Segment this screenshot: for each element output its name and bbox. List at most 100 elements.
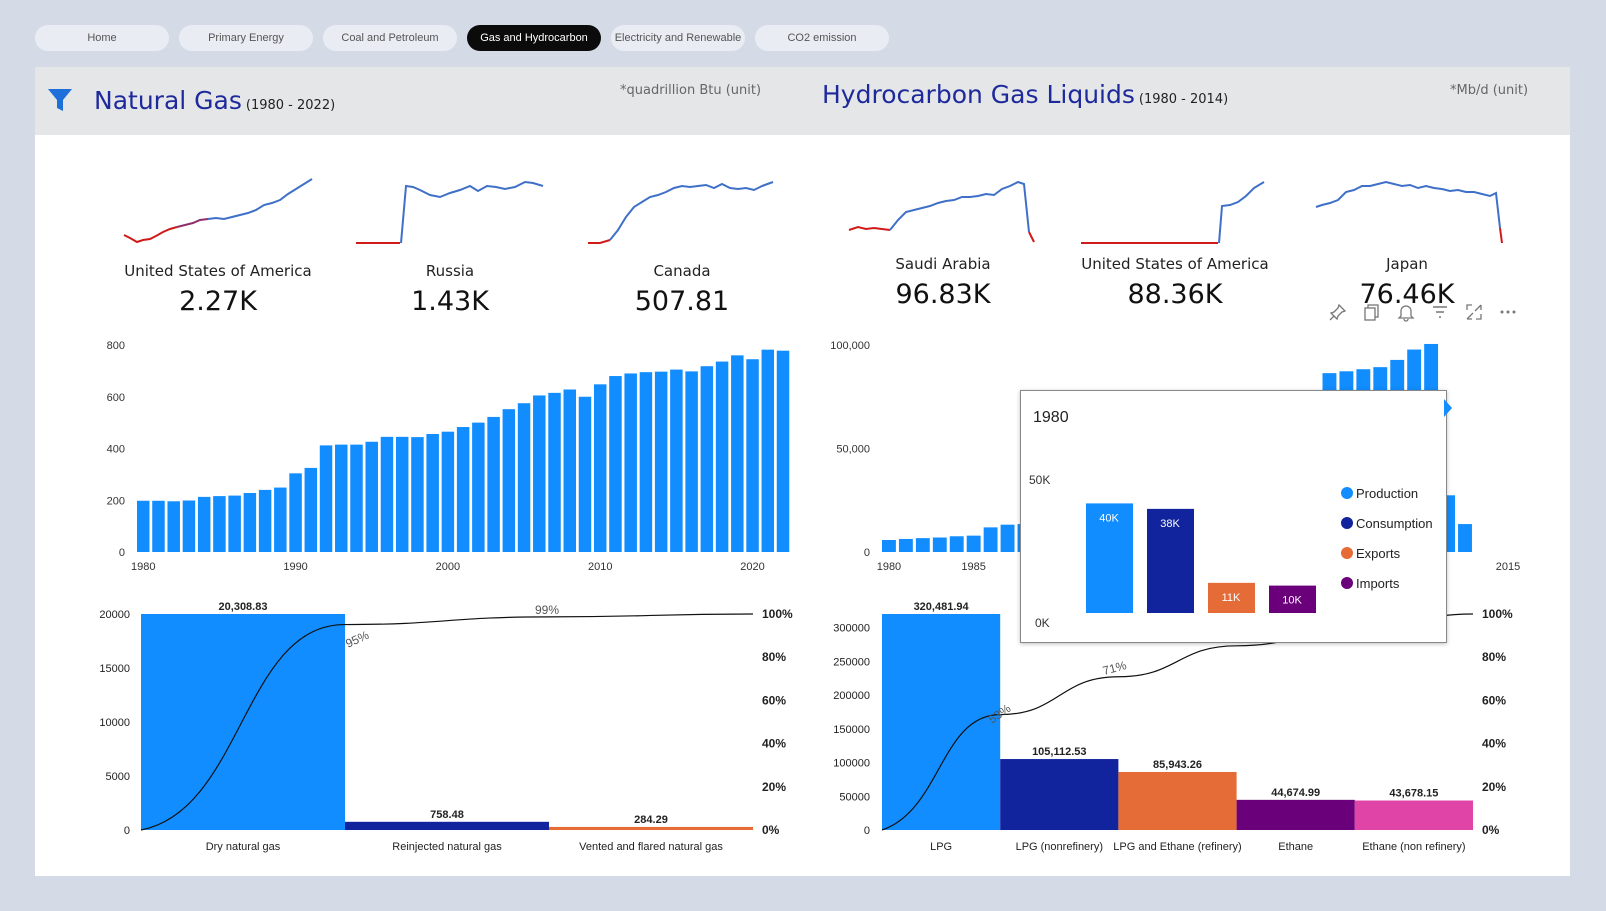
value-label: 284.29 bbox=[634, 814, 668, 826]
y2-tick-label: 60% bbox=[762, 693, 786, 707]
ng-bar bbox=[487, 416, 500, 552]
cumulative-percent-label: 71% bbox=[1101, 658, 1128, 678]
ng-bar bbox=[502, 409, 516, 552]
ng-bar bbox=[456, 427, 470, 552]
category-label: Vented and flared natural gas bbox=[579, 841, 723, 853]
ng-bar bbox=[593, 384, 607, 552]
y-tick-label: 5000 bbox=[106, 771, 130, 783]
ng-bar bbox=[152, 500, 165, 552]
ng-bar bbox=[380, 436, 394, 552]
ng-bar bbox=[304, 467, 318, 552]
pareto-bar bbox=[141, 614, 345, 830]
ng-bar bbox=[776, 350, 790, 552]
legend-dot bbox=[1341, 487, 1353, 499]
x-tick-label: 2020 bbox=[740, 561, 764, 573]
ng-bar bbox=[228, 495, 241, 552]
ng-bar bbox=[654, 371, 668, 552]
x-tick-label: 2010 bbox=[588, 561, 612, 573]
ng-bar bbox=[197, 496, 211, 552]
ng-bar bbox=[746, 359, 759, 552]
pin-icon[interactable] bbox=[1328, 302, 1348, 322]
category-label: Ethane bbox=[1278, 841, 1313, 853]
legend-label: Exports bbox=[1356, 546, 1401, 561]
pareto-bar bbox=[549, 826, 753, 830]
ng-bar bbox=[563, 389, 577, 552]
hgl-bar bbox=[1458, 524, 1472, 552]
ng-bar bbox=[335, 444, 348, 552]
cumulative-percent-label: 95% bbox=[343, 628, 371, 651]
tooltip-bar-label: 11K bbox=[1222, 592, 1241, 604]
ng-bar bbox=[685, 371, 698, 552]
pareto-bar bbox=[1354, 800, 1473, 830]
value-label: 44,674.99 bbox=[1271, 787, 1320, 799]
category-label: LPG and Ethane (refinery) bbox=[1113, 841, 1241, 853]
legend-dot bbox=[1341, 517, 1353, 529]
x-tick-label: 1980 bbox=[877, 561, 901, 573]
ng-bar bbox=[578, 396, 592, 552]
value-label: 320,481.94 bbox=[914, 601, 970, 613]
tooltip-bar-label: 38K bbox=[1160, 518, 1180, 530]
ng-bar bbox=[731, 355, 744, 552]
hgl-bar bbox=[882, 539, 896, 552]
category-label: Ethane (non refinery) bbox=[1362, 841, 1465, 853]
ng-bar bbox=[365, 441, 378, 552]
expand-icon[interactable] bbox=[1464, 302, 1484, 322]
value-label: 85,943.26 bbox=[1153, 759, 1202, 771]
tooltip-bar-label: 40K bbox=[1099, 512, 1119, 524]
ng-bar bbox=[289, 473, 302, 552]
ng-bar bbox=[213, 496, 226, 552]
value-label: 20,308.83 bbox=[219, 601, 268, 613]
ng-bar bbox=[624, 373, 637, 552]
legend-exports: Exports bbox=[1341, 546, 1400, 561]
hgl-bar bbox=[966, 535, 981, 552]
x-tick-label: 1980 bbox=[131, 561, 155, 573]
y-tick-label: 0 bbox=[864, 825, 870, 837]
y2-tick-label: 80% bbox=[1482, 650, 1506, 664]
copy-icon[interactable] bbox=[1362, 302, 1382, 322]
y2-tick-label: 40% bbox=[762, 737, 786, 751]
y-tick-label: 0 bbox=[124, 825, 130, 837]
pareto-bar bbox=[1118, 771, 1237, 830]
ng-bar bbox=[411, 437, 424, 552]
ng-bar bbox=[319, 445, 333, 552]
y-tick-label: 100,000 bbox=[830, 340, 870, 352]
ng-bar bbox=[182, 500, 196, 552]
hgl-bar bbox=[915, 538, 930, 552]
ng-bar bbox=[350, 444, 363, 552]
filter-lines-icon[interactable] bbox=[1430, 302, 1450, 322]
ng-bar bbox=[472, 422, 485, 552]
ng-bar bbox=[761, 349, 775, 552]
y2-tick-label: 60% bbox=[1482, 693, 1506, 707]
pareto-bar bbox=[882, 614, 1001, 830]
y-tick-label: 600 bbox=[107, 392, 125, 404]
y-tick-label: 20000 bbox=[99, 609, 130, 621]
ng-bar bbox=[243, 493, 257, 552]
ng-bar bbox=[167, 501, 180, 552]
ng-bar bbox=[609, 376, 622, 552]
y2-tick-label: 0% bbox=[1482, 823, 1500, 837]
category-label: LPG (nonrefinery) bbox=[1016, 841, 1103, 853]
x-tick-label: 1990 bbox=[283, 561, 307, 573]
y-tick-label: 0 bbox=[119, 547, 125, 559]
ng-bar bbox=[395, 436, 409, 552]
tooltip-pointer-icon bbox=[1444, 399, 1452, 417]
cumulative-percent-label: 99% bbox=[535, 603, 559, 617]
legend-dot bbox=[1341, 577, 1353, 589]
ng-bar bbox=[548, 392, 561, 552]
y2-tick-label: 20% bbox=[762, 780, 786, 794]
bell-icon[interactable] bbox=[1396, 302, 1416, 322]
y2-tick-label: 80% bbox=[762, 650, 786, 664]
pareto-bar bbox=[345, 821, 549, 830]
y2-tick-label: 0% bbox=[762, 823, 780, 837]
y-tick-label: 0 bbox=[864, 547, 870, 559]
ng-bar bbox=[533, 395, 546, 552]
y-tick-label: 250000 bbox=[833, 656, 870, 668]
y-tick-label: 200 bbox=[107, 495, 125, 507]
ng-bar bbox=[426, 434, 439, 552]
y-tick-label: 400 bbox=[107, 444, 125, 456]
y2-tick-label: 100% bbox=[1482, 607, 1513, 621]
legend-label: Production bbox=[1356, 486, 1419, 501]
y2-tick-label: 100% bbox=[762, 607, 793, 621]
tooltip-bar-label: 10K bbox=[1282, 595, 1302, 607]
more-options-icon[interactable] bbox=[1498, 302, 1518, 322]
